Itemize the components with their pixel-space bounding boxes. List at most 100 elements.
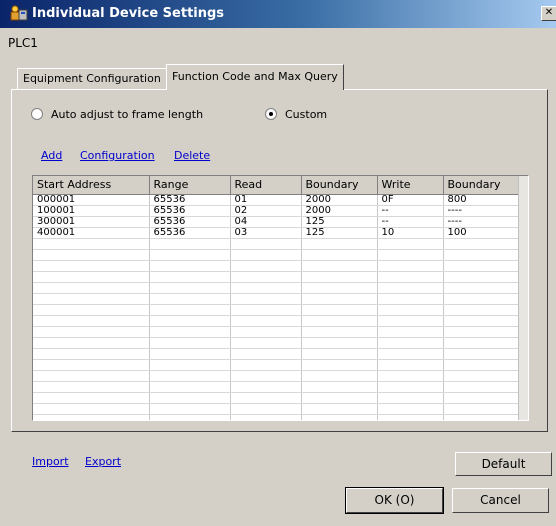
- ok-button[interactable]: OK (O): [345, 487, 444, 514]
- table-row[interactable]: 100001 65536 02 2000 -- ----: [33, 205, 519, 217]
- column-header-write-boundary[interactable]: Boundary: [443, 176, 519, 195]
- table-cell: [301, 260, 378, 272]
- empty-table-row[interactable]: [33, 403, 519, 415]
- table-cell: [301, 403, 378, 415]
- table-row[interactable]: 000001 65536 01 2000 0F 800: [33, 194, 519, 206]
- table-cell: [377, 271, 444, 283]
- table-cell: [33, 304, 150, 316]
- empty-table-row[interactable]: [33, 392, 519, 404]
- empty-table-row[interactable]: [33, 238, 519, 250]
- table-cell: [443, 414, 519, 420]
- auto-adjust-radio[interactable]: [31, 108, 43, 120]
- table-cell: 300001: [33, 216, 150, 228]
- table-cell: [301, 326, 378, 338]
- table-cell: [33, 381, 150, 393]
- table-cell: [230, 304, 302, 316]
- table-cell: [230, 359, 302, 371]
- table-cell: [443, 381, 519, 393]
- table-cell: [230, 370, 302, 382]
- table-cell: [33, 359, 150, 371]
- table-cell: [301, 381, 378, 393]
- table-cell: [149, 271, 231, 283]
- table-cell: [377, 282, 444, 294]
- column-header-read[interactable]: Read: [230, 176, 302, 195]
- empty-table-row[interactable]: [33, 271, 519, 283]
- table-cell: [377, 337, 444, 349]
- table-cell: [377, 370, 444, 382]
- default-button[interactable]: Default: [455, 452, 552, 476]
- table-cell: [377, 249, 444, 261]
- table-cell: [149, 359, 231, 371]
- export-link[interactable]: Export: [85, 455, 121, 468]
- empty-table-row[interactable]: [33, 381, 519, 393]
- empty-table-row[interactable]: [33, 293, 519, 305]
- column-header-range[interactable]: Range: [149, 176, 231, 195]
- empty-table-row[interactable]: [33, 414, 519, 420]
- custom-radio[interactable]: [265, 108, 277, 120]
- table-cell: [33, 282, 150, 294]
- empty-table-row[interactable]: [33, 326, 519, 338]
- table-row[interactable]: 300001 65536 04 125 -- ----: [33, 216, 519, 228]
- table-row[interactable]: 400001 65536 03 125 10 100: [33, 227, 519, 239]
- custom-radio-option[interactable]: Custom: [265, 107, 327, 121]
- column-header-write[interactable]: Write: [377, 176, 444, 195]
- table-cell: [149, 337, 231, 349]
- table-cell: [149, 414, 231, 420]
- query-table-container: Start Address Range Read Boundary Write …: [32, 175, 529, 421]
- table-cell: 02: [230, 205, 302, 217]
- table-cell: [33, 370, 150, 382]
- configuration-link[interactable]: Configuration: [80, 149, 155, 162]
- empty-table-row[interactable]: [33, 260, 519, 272]
- table-cell: [377, 293, 444, 305]
- device-settings-icon: [10, 5, 28, 21]
- empty-table-row[interactable]: [33, 304, 519, 316]
- table-cell: --: [377, 205, 444, 217]
- table-cell: 04: [230, 216, 302, 228]
- empty-table-row[interactable]: [33, 370, 519, 382]
- table-cell: [443, 315, 519, 327]
- table-cell: [33, 315, 150, 327]
- query-table: Start Address Range Read Boundary Write …: [33, 176, 519, 420]
- table-cell: [230, 326, 302, 338]
- empty-table-row[interactable]: [33, 337, 519, 349]
- table-cell: 400001: [33, 227, 150, 239]
- empty-table-row[interactable]: [33, 282, 519, 294]
- table-scrollbar[interactable]: [518, 176, 528, 420]
- device-name: PLC1: [8, 36, 38, 50]
- cancel-button[interactable]: Cancel: [452, 488, 549, 513]
- table-cell: [301, 282, 378, 294]
- table-cell: 100: [443, 227, 519, 239]
- table-cell: [301, 293, 378, 305]
- table-cell: 100001: [33, 205, 150, 217]
- auto-adjust-radio-option[interactable]: Auto adjust to frame length: [31, 107, 203, 121]
- table-cell: 2000: [301, 194, 378, 206]
- column-header-start-address[interactable]: Start Address: [33, 176, 150, 195]
- tab-function-code-max-query[interactable]: Function Code and Max Query: [166, 64, 344, 90]
- dialog-window: Individual Device Settings ✕ PLC1 Equipm…: [0, 0, 556, 526]
- table-cell: ----: [443, 205, 519, 217]
- empty-table-row[interactable]: [33, 359, 519, 371]
- title-bar[interactable]: Individual Device Settings ✕: [0, 0, 556, 28]
- column-header-read-boundary[interactable]: Boundary: [301, 176, 378, 195]
- table-cell: [301, 249, 378, 261]
- empty-table-row[interactable]: [33, 348, 519, 360]
- empty-table-row[interactable]: [33, 249, 519, 261]
- table-cell: [230, 282, 302, 294]
- delete-link[interactable]: Delete: [174, 149, 210, 162]
- table-cell: [230, 392, 302, 404]
- empty-table-row[interactable]: [33, 315, 519, 327]
- close-icon: ✕: [544, 7, 554, 18]
- close-button[interactable]: ✕: [541, 6, 556, 21]
- table-cell: [443, 238, 519, 250]
- table-cell: [33, 414, 150, 420]
- import-link[interactable]: Import: [32, 455, 69, 468]
- tab-equipment-configuration[interactable]: Equipment Configuration: [17, 68, 167, 89]
- table-cell: [149, 249, 231, 261]
- table-cell: 03: [230, 227, 302, 239]
- table-cell: [443, 370, 519, 382]
- window-title: Individual Device Settings: [32, 6, 225, 21]
- table-cell: [230, 293, 302, 305]
- table-cell: [149, 315, 231, 327]
- table-cell: 65536: [149, 216, 231, 228]
- add-link[interactable]: Add: [41, 149, 62, 162]
